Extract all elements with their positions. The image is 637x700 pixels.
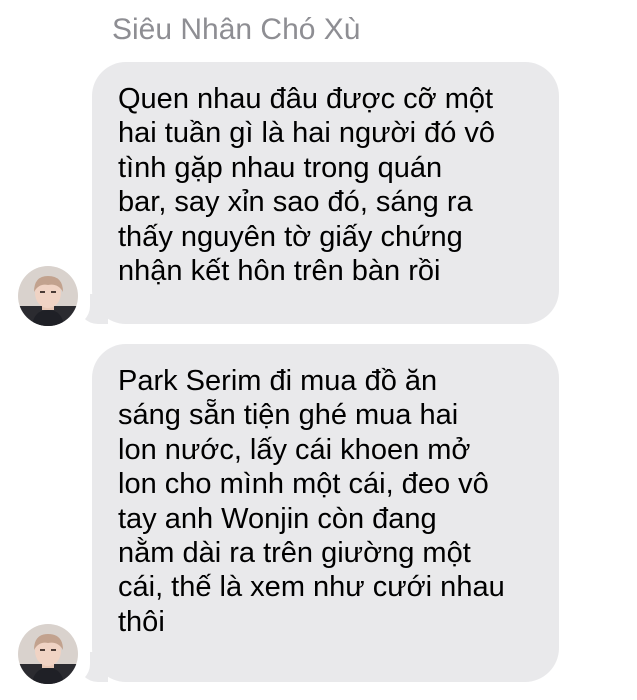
avatar[interactable] (18, 266, 78, 326)
avatar-photo-icon (18, 624, 78, 684)
sender-name: Siêu Nhân Chó Xù (112, 13, 361, 46)
message-bubble[interactable]: Quen nhau đâu được cỡ một hai tuần gì là… (92, 62, 559, 324)
avatar[interactable] (18, 624, 78, 684)
avatar-photo-icon (18, 266, 78, 326)
message-bubble[interactable]: Park Serim đi mua đồ ăn sáng sẵn tiện gh… (92, 344, 559, 682)
